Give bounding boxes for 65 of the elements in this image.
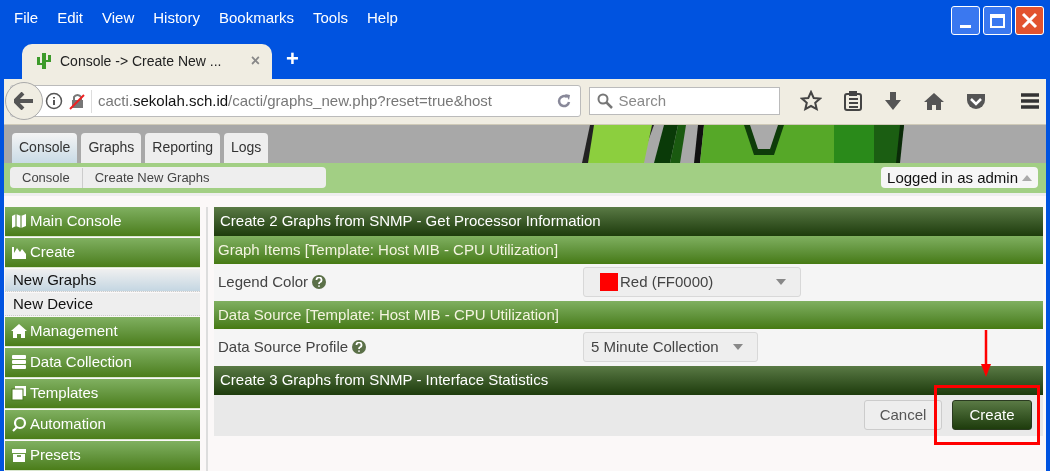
insecure-lock-icon[interactable]: [69, 92, 85, 111]
browser-tab[interactable]: Console -> Create New ... ×: [22, 43, 272, 79]
section-subheader: Graph Items [Template: Host MIB - CPU Utilization]: [214, 236, 1043, 264]
sidebar-section[interactable]: Main Console: [5, 207, 200, 237]
app-tab[interactable]: Console: [12, 133, 78, 163]
copy-icon: [11, 385, 27, 402]
menu-item[interactable]: Edit: [57, 7, 84, 30]
home-icon: [11, 323, 27, 340]
app-tab[interactable]: Reporting: [145, 133, 220, 163]
search-icon: [596, 93, 613, 110]
star-icon[interactable]: [800, 90, 822, 113]
app-tab[interactable]: Logs: [224, 133, 269, 163]
sidebar-section[interactable]: Management: [5, 317, 200, 347]
info-icon[interactable]: [45, 92, 63, 111]
minimize-button[interactable]: [951, 6, 980, 35]
sidebar-link[interactable]: New Graphs: [5, 269, 200, 292]
help-icon[interactable]: [352, 340, 367, 355]
sidebar-section[interactable]: Create: [5, 238, 200, 268]
new-tab-button[interactable]: +: [286, 41, 299, 79]
menu-item[interactable]: File: [14, 7, 39, 30]
close-button[interactable]: [1015, 6, 1044, 35]
sidebar-section[interactable]: Presets: [5, 441, 200, 471]
back-arrow-icon: [14, 92, 34, 111]
menu-item[interactable]: Bookmarks: [218, 7, 294, 30]
help-icon[interactable]: [312, 275, 327, 290]
close-icon: [1021, 12, 1038, 29]
pocket-icon[interactable]: [966, 92, 986, 111]
user-menu[interactable]: Logged in as admin: [881, 167, 1038, 189]
menu-item[interactable]: Tools: [313, 7, 348, 30]
section-subheader: Data Source [Template: Host MIB - CPU Utilization]: [214, 301, 1043, 329]
menu-icon[interactable]: [1020, 92, 1040, 111]
cactus-icon: [34, 51, 54, 72]
field-label: Legend Color: [218, 272, 309, 293]
section-header: Create 2 Graphs from SNMP - Get Processor Information: [214, 207, 1043, 236]
section-header: Create 3 Graphs from SNMP - Interface Statistics: [214, 366, 1043, 395]
dropdown[interactable]: 5 Minute Collection: [583, 332, 758, 363]
menu-item[interactable]: View: [102, 7, 135, 30]
reload-icon[interactable]: [555, 93, 572, 110]
archive-icon: [11, 447, 27, 464]
map-icon: [11, 213, 27, 230]
dropdown[interactable]: Red (FF0000): [583, 267, 801, 298]
download-icon[interactable]: [884, 91, 902, 112]
menu-item[interactable]: Help: [367, 7, 398, 30]
breadcrumb-item[interactable]: Console: [10, 168, 82, 188]
menu-item[interactable]: History: [153, 7, 200, 30]
tab-title: Console -> Create New ...: [60, 51, 222, 71]
server-icon: [11, 354, 27, 371]
sidebar-section[interactable]: Templates: [5, 379, 200, 409]
maximize-button[interactable]: [983, 6, 1012, 35]
sidebar-link[interactable]: New Device: [5, 293, 200, 316]
app-tab[interactable]: Graphs: [81, 133, 142, 163]
cancel-button[interactable]: Cancel: [864, 400, 942, 431]
search-field[interactable]: Search: [588, 87, 780, 116]
caret-icon: [732, 344, 743, 351]
caret-icon: [1022, 175, 1032, 181]
back-button[interactable]: [5, 82, 43, 121]
area-chart-icon: [11, 244, 27, 261]
sidebar-section[interactable]: Data Collection: [5, 348, 200, 378]
caret-icon: [776, 279, 786, 286]
sidebar-section[interactable]: Automation: [5, 410, 200, 440]
field-label: Data Source Profile: [218, 337, 349, 358]
home-icon[interactable]: [924, 92, 944, 111]
create-button[interactable]: Create: [952, 400, 1032, 431]
breadcrumb-item[interactable]: Create New Graphs: [81, 168, 222, 188]
annotation-arrow: [981, 330, 991, 378]
